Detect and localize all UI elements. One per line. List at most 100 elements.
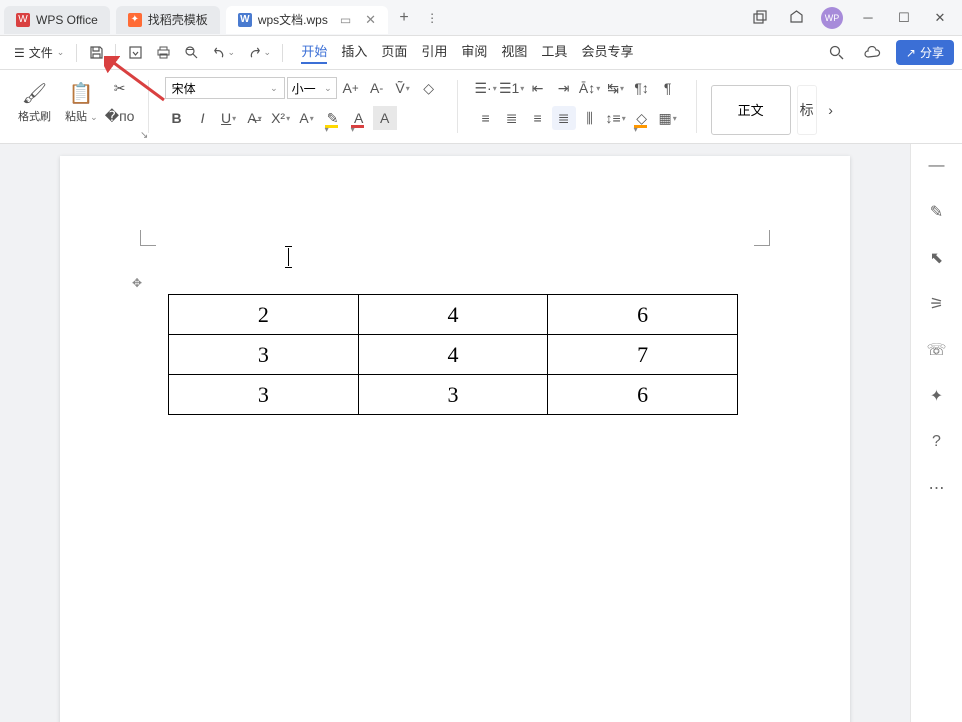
table-cell[interactable]: 4 — [358, 295, 548, 335]
table-cell[interactable]: 3 — [358, 375, 548, 415]
minus-icon[interactable]: — — [925, 154, 949, 178]
align-justify-button[interactable]: ≣ — [552, 106, 576, 130]
tab-review[interactable]: 审阅 — [461, 41, 487, 64]
bold-button[interactable]: B — [165, 106, 189, 130]
apps-icon[interactable] — [778, 3, 814, 33]
line-spacing-button[interactable]: ↕≡ — [604, 106, 628, 130]
text-effects-button[interactable]: A — [295, 106, 319, 130]
table-cell[interactable]: 6 — [548, 375, 738, 415]
shading-color-button[interactable]: ◇ — [630, 106, 654, 130]
distributed-button[interactable]: ⫼ — [578, 106, 602, 130]
format-painter-button[interactable]: 🖌 格式刷 — [14, 79, 55, 126]
tab-page[interactable]: 页面 — [381, 41, 407, 64]
copy-button[interactable]: �по — [108, 104, 132, 128]
tab-insert[interactable]: 插入 — [341, 41, 367, 64]
bullets-button[interactable]: ☰· — [474, 76, 498, 100]
table-row[interactable]: 2 4 6 — [169, 295, 738, 335]
tab-templates[interactable]: ✦ 找稻壳模板 — [116, 6, 220, 34]
tab-wps-home[interactable]: W WPS Office — [4, 6, 110, 34]
clear-format-button[interactable]: ◇ — [417, 76, 441, 100]
help-icon[interactable]: ? — [925, 430, 949, 454]
font-size-select[interactable]: 小一⌄ — [287, 77, 337, 99]
multiwindow-icon[interactable] — [742, 3, 778, 33]
close-tab-icon[interactable]: ✕ — [365, 12, 376, 28]
cloud-button[interactable] — [860, 40, 886, 66]
font-family-select[interactable]: 宋体⌄ — [165, 77, 285, 99]
share-label: 分享 — [920, 44, 944, 61]
cut-button[interactable]: ✂ — [108, 76, 132, 100]
shading-button[interactable]: A — [373, 106, 397, 130]
settings-flow-icon[interactable]: ⚞ — [925, 292, 949, 316]
decrease-indent-button[interactable]: ⇤ — [526, 76, 550, 100]
align-left-button[interactable]: ≡ — [474, 106, 498, 130]
tools-icon[interactable]: ✦ — [925, 384, 949, 408]
table-cell[interactable]: 3 — [169, 335, 359, 375]
highlight-button[interactable]: ✎ — [321, 106, 345, 130]
italic-button[interactable]: I — [191, 106, 215, 130]
align-right-button[interactable]: ≡ — [526, 106, 550, 130]
brush-icon: 🖌 — [22, 81, 47, 106]
window-controls: WP ─ ☐ ✕ — [742, 3, 962, 33]
print-button[interactable] — [150, 40, 176, 66]
tab-view[interactable]: 视图 — [501, 41, 527, 64]
file-menu[interactable]: ☰ 文件 ⌄ — [8, 40, 70, 65]
more-icon[interactable]: ⋯ — [925, 476, 949, 500]
tab-reference[interactable]: 引用 — [421, 41, 447, 64]
export-button[interactable] — [122, 40, 148, 66]
group-launcher-icon[interactable]: ↘ — [140, 130, 148, 141]
table-cell[interactable]: 7 — [548, 335, 738, 375]
table-cell[interactable]: 4 — [358, 335, 548, 375]
pencil-icon[interactable]: ✎ — [925, 200, 949, 224]
select-icon[interactable]: ⬉ — [925, 246, 949, 270]
undo-button[interactable]: ⌄ — [206, 40, 240, 66]
table-cell[interactable]: 6 — [548, 295, 738, 335]
tab-list-button[interactable]: ⋮ — [418, 11, 446, 25]
add-tab-button[interactable]: + — [390, 9, 418, 27]
save-button[interactable] — [83, 40, 109, 66]
window-mode-icon[interactable]: ▭ — [340, 13, 351, 27]
font-color-button[interactable]: A — [347, 106, 371, 130]
document-table[interactable]: 2 4 6 3 4 7 3 3 6 — [168, 294, 738, 415]
table-row[interactable]: 3 3 6 — [169, 375, 738, 415]
avatar[interactable]: WP — [814, 3, 850, 33]
change-case-button[interactable]: Ṽ — [391, 76, 415, 100]
text-direction-button[interactable]: Ā↕ — [578, 76, 602, 100]
underline-button[interactable]: U — [217, 106, 241, 130]
maximize-button[interactable]: ☐ — [886, 3, 922, 33]
table-move-handle[interactable]: ✥ — [132, 276, 142, 290]
tab-member[interactable]: 会员专享 — [581, 41, 633, 64]
paste-button[interactable]: 📋 粘贴 ⌄ — [61, 79, 102, 126]
tab-document[interactable]: W wps文档.wps ▭ ✕ — [226, 6, 388, 34]
file-menu-label: 文件 — [29, 44, 53, 61]
styles-more-button[interactable]: › — [823, 85, 839, 135]
redo-button[interactable]: ⌄ — [242, 40, 276, 66]
paragraph-mark-button[interactable]: ¶ — [656, 76, 680, 100]
style-normal[interactable]: 正文 — [711, 85, 791, 135]
menu-tabs: 开始 插入 页面 引用 审阅 视图 工具 会员专享 — [301, 41, 633, 64]
increase-font-button[interactable]: A+ — [339, 76, 363, 100]
table-cell[interactable]: 3 — [169, 375, 359, 415]
numbering-button[interactable]: ☰1 — [500, 76, 524, 100]
strikethrough-button[interactable]: A̶ — [243, 106, 267, 130]
sort-button[interactable]: ¶↕ — [630, 76, 654, 100]
table-row[interactable]: 3 4 7 — [169, 335, 738, 375]
align-distribute-button[interactable]: ↹ — [604, 76, 628, 100]
borders-button[interactable]: ▦ — [656, 106, 680, 130]
table-cell[interactable]: 2 — [169, 295, 359, 335]
minimize-button[interactable]: ─ — [850, 3, 886, 33]
phone-icon[interactable]: ☏ — [925, 338, 949, 362]
tab-start[interactable]: 开始 — [301, 41, 327, 64]
style-next[interactable]: 标 — [797, 85, 817, 135]
document-page[interactable]: ✥ 2 4 6 3 4 7 3 3 6 — [60, 156, 850, 722]
search-button[interactable] — [824, 40, 850, 66]
align-center-button[interactable]: ≣ — [500, 106, 524, 130]
separator — [696, 80, 697, 133]
increase-indent-button[interactable]: ⇥ — [552, 76, 576, 100]
share-button[interactable]: ↗ 分享 — [896, 40, 954, 65]
close-window-button[interactable]: ✕ — [922, 3, 958, 33]
tab-tools[interactable]: 工具 — [541, 41, 567, 64]
superscript-button[interactable]: X² — [269, 106, 293, 130]
print-preview-button[interactable] — [178, 40, 204, 66]
document-scroll[interactable]: ⌃ ✥ 2 4 6 3 4 7 3 3 6 — [0, 144, 910, 722]
decrease-font-button[interactable]: A- — [365, 76, 389, 100]
